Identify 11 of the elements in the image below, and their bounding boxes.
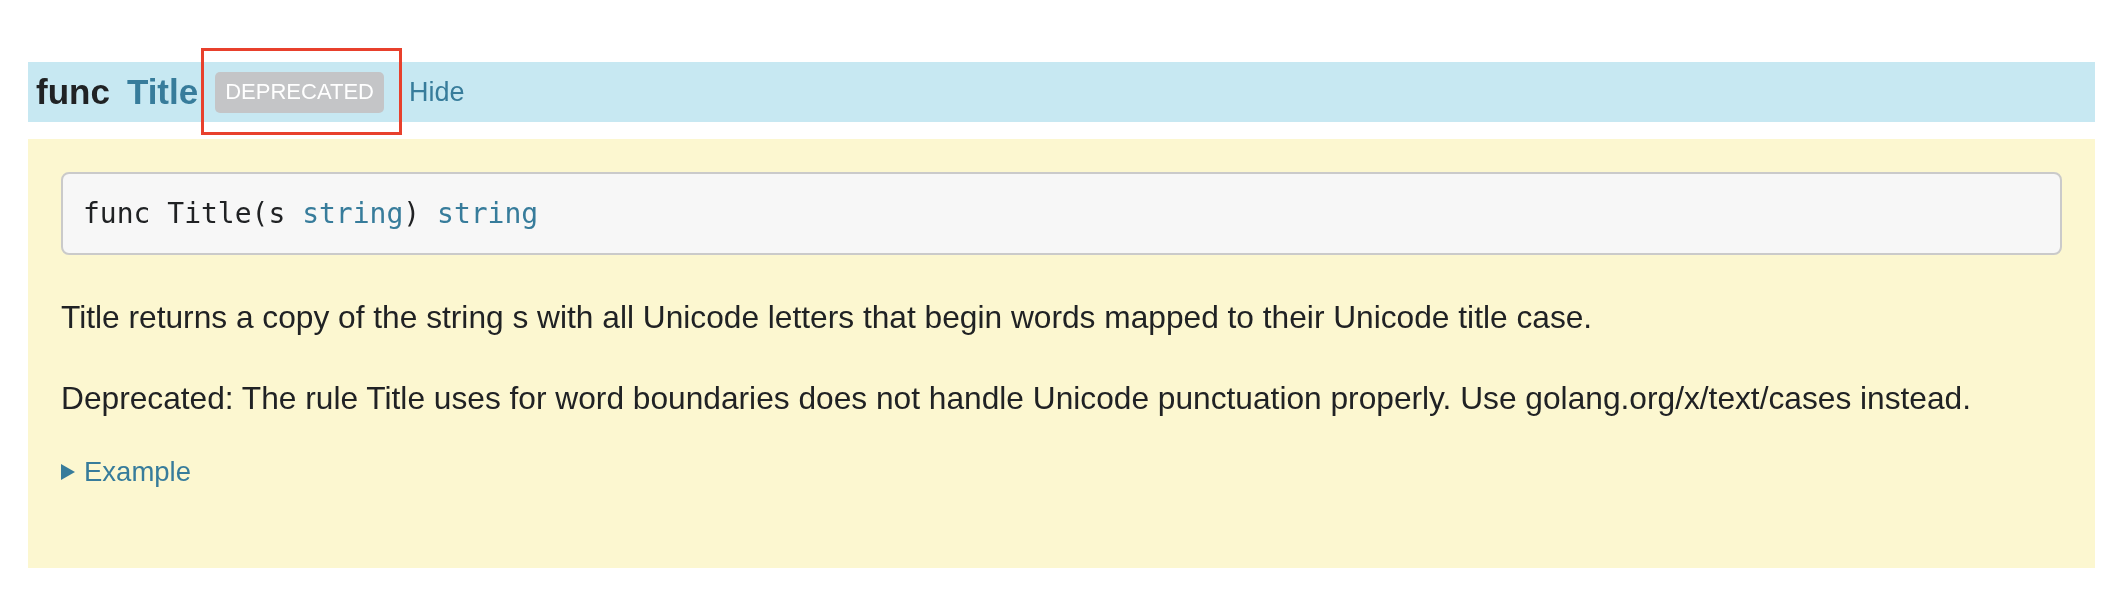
hide-link[interactable]: Hide — [408, 76, 465, 108]
example-toggle[interactable]: Example — [61, 451, 191, 492]
deprecated-badge: DEPRECATED — [215, 71, 384, 113]
type-link[interactable]: string — [437, 196, 539, 230]
func-keyword: func — [36, 72, 110, 112]
triangle-icon — [61, 463, 75, 480]
function-signature: func Title(s string) string — [83, 196, 539, 231]
function-name-link[interactable]: Title — [126, 72, 199, 112]
description-paragraph: Title returns a copy of the string s with all Unicode letters that begin words mapped to their Unicode title case. — [61, 298, 1594, 337]
description-paragraph: Deprecated: The rule Title uses for word boundaries does not handle Unicode punctuation properly. Use golang.org/x/text/cases instead. — [61, 379, 1973, 418]
type-link[interactable]: string — [302, 196, 404, 230]
